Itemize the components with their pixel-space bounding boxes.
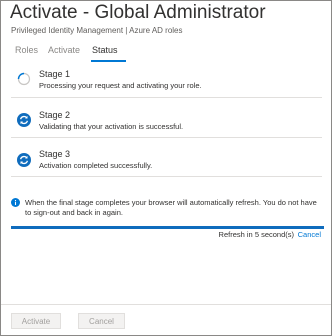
refresh-progress-bar — [11, 226, 324, 229]
stage-2: Stage 2 Validating that your activation … — [11, 98, 322, 138]
stage-3: Stage 3 Activation completed successfull… — [11, 138, 322, 177]
tab-activate[interactable]: Activate — [48, 45, 80, 55]
activation-panel: Activate - Global Administrator Privileg… — [0, 0, 332, 336]
refresh-icon — [17, 153, 31, 167]
panel-title: Activate - Global Administrator — [10, 2, 266, 23]
stage-1-description: Processing your request and activating y… — [39, 81, 202, 90]
info-text: When the final stage completes your brow… — [25, 198, 317, 217]
refresh-countdown: Refresh in 5 second(s) — [218, 230, 294, 239]
stage-1-title: Stage 1 — [39, 69, 71, 79]
tab-roles[interactable]: Roles — [15, 45, 38, 55]
activate-button[interactable]: Activate — [11, 313, 61, 329]
tab-status[interactable]: Status — [92, 45, 118, 55]
stage-2-description: Validating that your activation is succe… — [39, 122, 184, 131]
stage-2-title: Stage 2 — [39, 110, 71, 120]
cancel-refresh-link[interactable]: Cancel — [298, 230, 321, 239]
footer-divider — [1, 304, 331, 305]
stage-1: Stage 1 Processing your request and acti… — [11, 63, 322, 98]
spinner-icon — [17, 72, 31, 86]
info-icon — [11, 198, 20, 207]
stage-3-description: Activation completed successfully. — [39, 161, 153, 170]
panel-subtitle: Privileged Identity Management | Azure A… — [11, 26, 183, 35]
stage-3-title: Stage 3 — [39, 149, 71, 159]
cancel-button[interactable]: Cancel — [78, 313, 125, 329]
progress-fill — [11, 226, 324, 229]
active-tab-indicator — [91, 60, 126, 62]
refresh-icon — [17, 113, 31, 127]
